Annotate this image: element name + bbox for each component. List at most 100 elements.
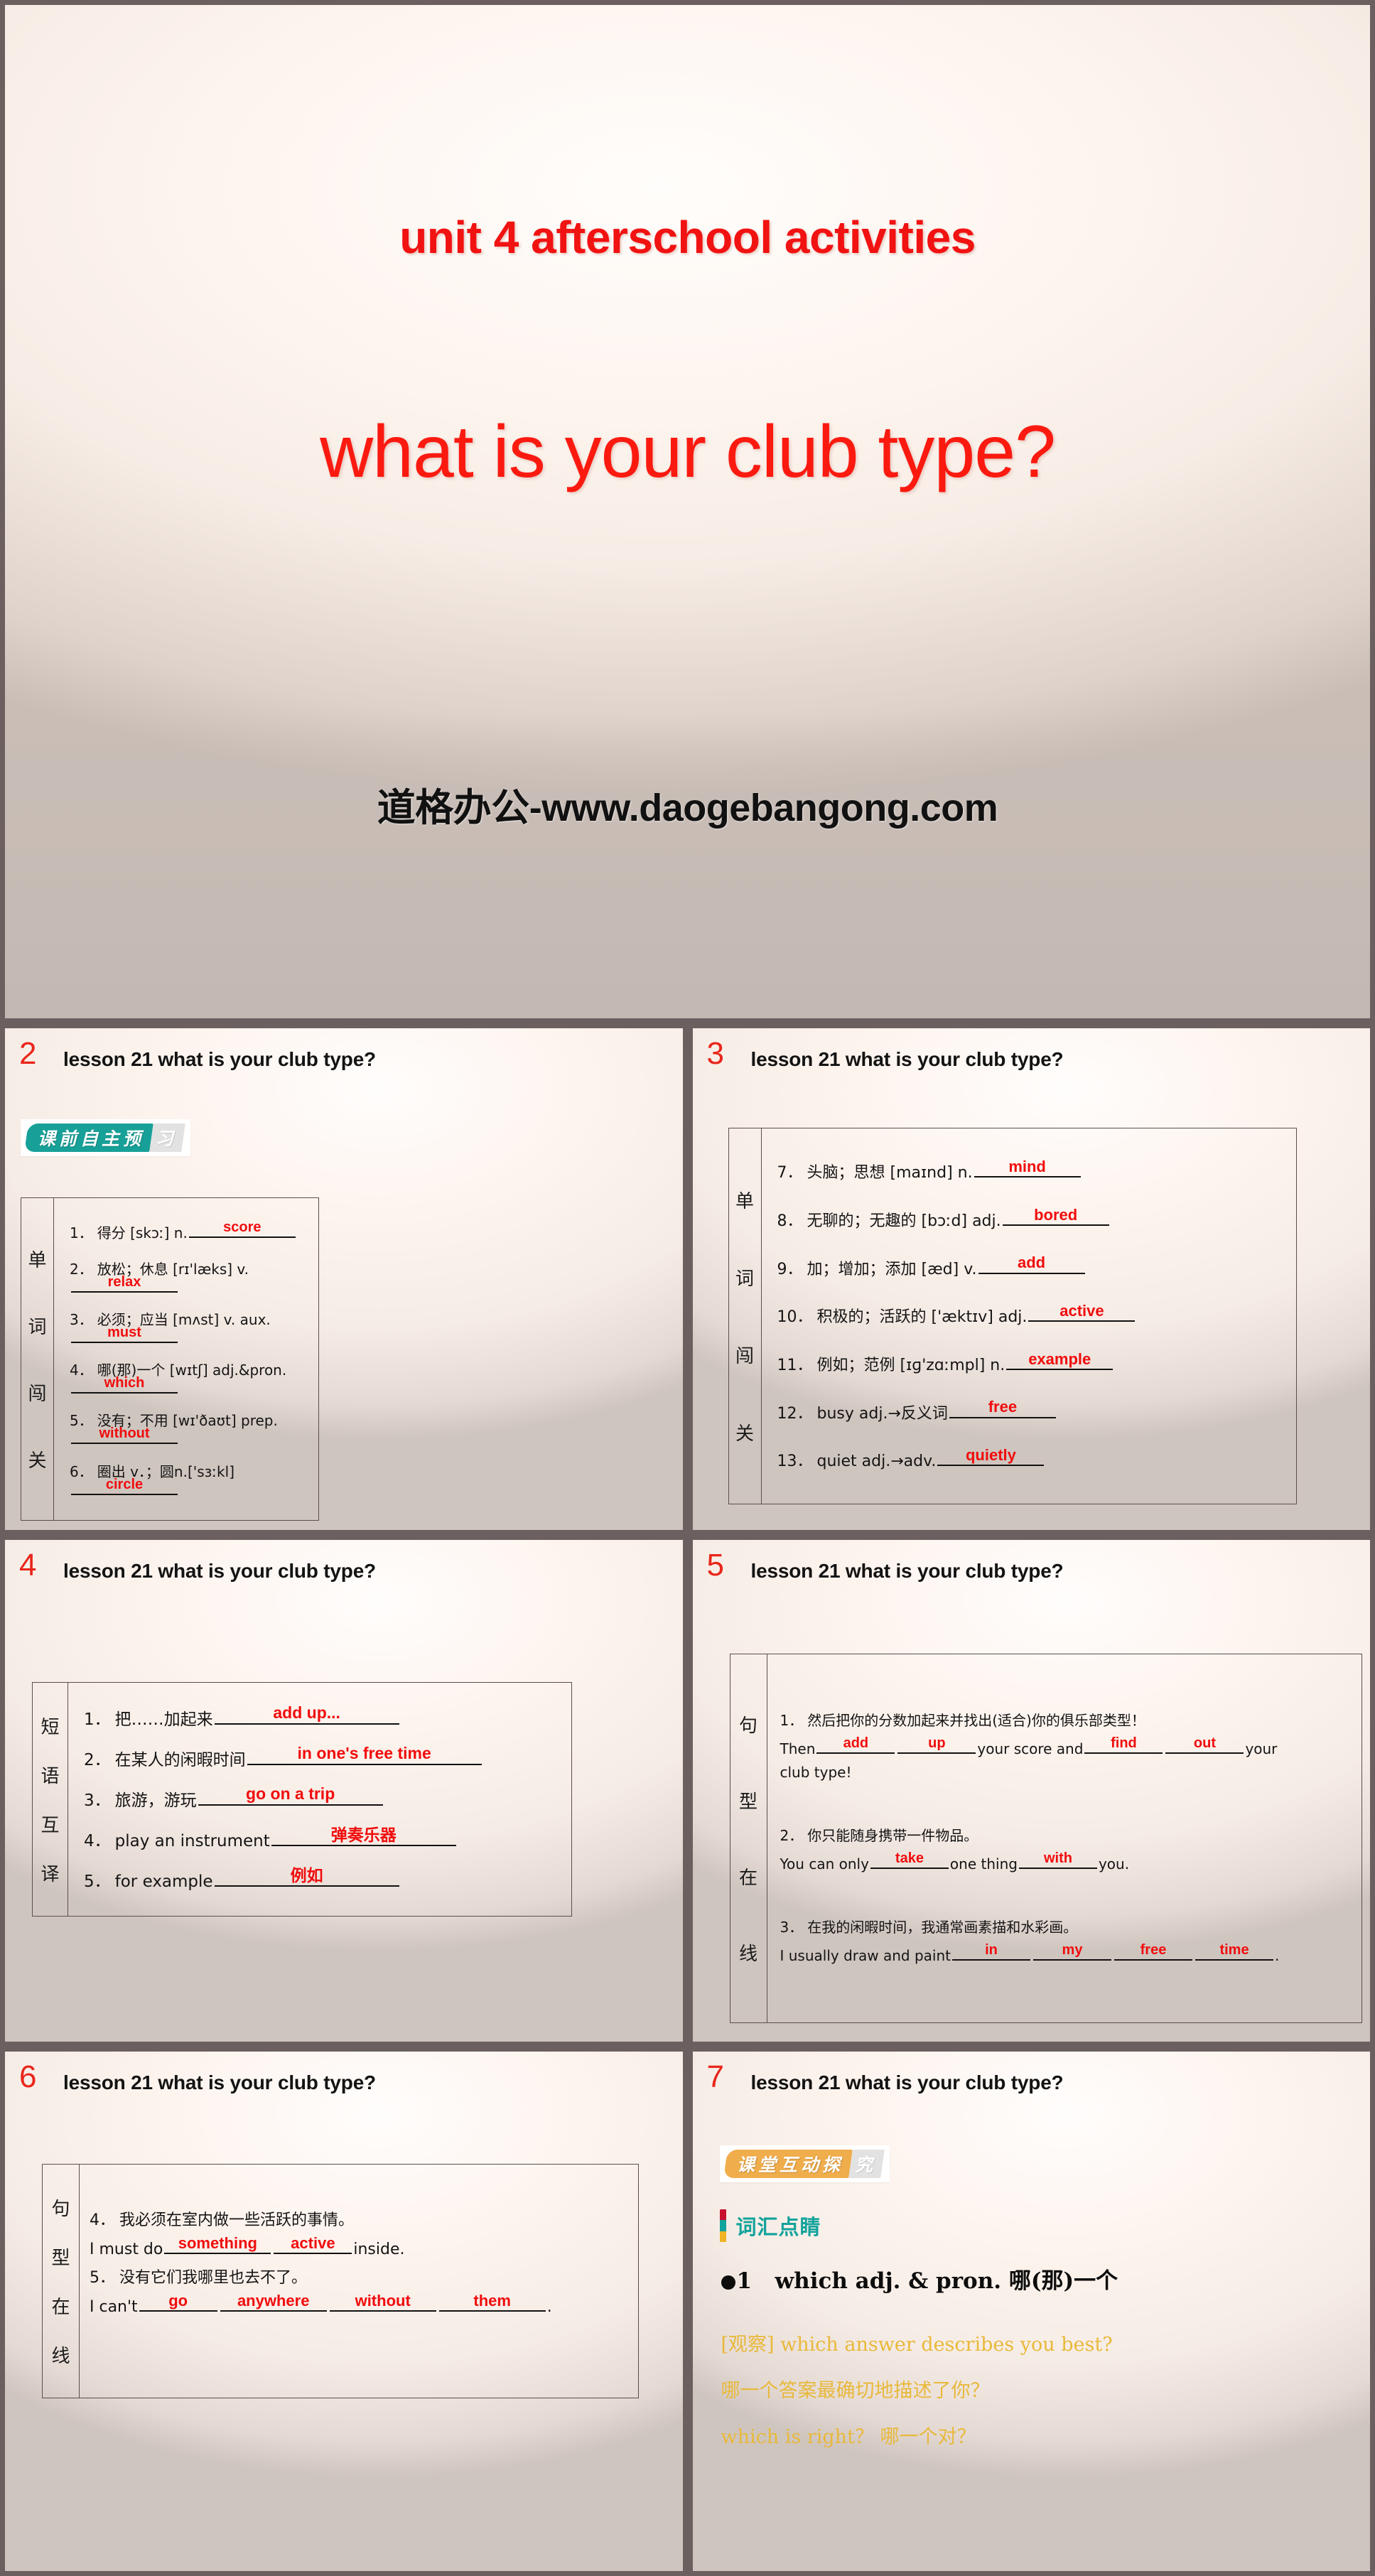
row-prompt: 积极的；活跃的 ['æktɪv] adj. <box>816 1308 1028 1327</box>
answer-text: 例如 <box>290 1865 323 1885</box>
answer-text: free <box>988 1398 1018 1416</box>
answer-text: bored <box>1034 1205 1078 1224</box>
answer-blank[interactable]: time <box>1195 1942 1273 1961</box>
sentence-tail: club type! <box>780 1764 852 1781</box>
answer-blank[interactable]: circle <box>71 1476 178 1495</box>
sentence-part: I must do <box>90 2241 163 2259</box>
slide-1-title: unit 4 afterschool activities what is yo… <box>0 0 1375 1023</box>
answer-text: go on a trip <box>246 1784 335 1804</box>
row-index: 1． <box>70 1224 93 1242</box>
sentence-part: your score and <box>977 1740 1084 1757</box>
answer-blank[interactable]: something <box>164 2234 271 2255</box>
answer-blank[interactable]: in one's free time <box>247 1744 482 1765</box>
table-row: 8． 无聊的；无趣的 [bɔːd] adj. bored <box>777 1205 1286 1231</box>
slide-header: lesson 21 what is your club type? <box>750 1048 1064 1070</box>
answer-text: quietly <box>965 1446 1016 1465</box>
answer-blank[interactable]: must <box>71 1325 178 1343</box>
slide-2[interactable]: 2 lesson 21 what is your club type? 课前自主… <box>0 1023 688 1535</box>
sentence-part: I usually draw and paint <box>780 1947 951 1964</box>
table-row: 1． 得分 [skɔː] n. score <box>70 1219 308 1242</box>
table-row: 2． 放松；休息 [rɪ'læks] v. relax <box>70 1261 308 1293</box>
answer-blank[interactable]: add up... <box>214 1703 399 1725</box>
table-row: 4． play an instrument 弹奏乐器 <box>84 1826 561 1851</box>
row-prompt: 头脑；思想 [maɪnd] n. <box>807 1164 973 1182</box>
observe-line: [观察] which answer describes you best? <box>721 2334 1113 2356</box>
answer-blank[interactable]: add <box>816 1735 895 1754</box>
row-index: 2． <box>84 1750 111 1769</box>
answer-blank[interactable]: 弹奏乐器 <box>271 1826 456 1846</box>
row-index: 9． <box>777 1260 803 1278</box>
table-row: 11． 例如；范例 [ɪɡ'zɑːmpl] n. example <box>777 1350 1286 1374</box>
badge-tail-text: 究 <box>854 2155 873 2175</box>
row-prompt: 在我的闲暇时间，我通常画素描和水彩画。 <box>807 1919 1078 1936</box>
answer-blank[interactable]: find <box>1084 1735 1163 1754</box>
vocab-table: 单词闯关 1． 得分 [skɔː] n. score 2． 放松；休息 [rɪ'… <box>21 1197 319 1521</box>
unit-title: unit 4 afterschool activities <box>399 212 976 263</box>
table-body: 7． 头脑；思想 [maɪnd] n. mind 8． 无聊的；无趣的 [bɔː… <box>762 1128 1296 1504</box>
answer-blank[interactable]: add <box>978 1254 1085 1274</box>
sentence-part: . <box>1275 1947 1280 1964</box>
answer-blank[interactable]: example <box>1006 1350 1114 1371</box>
row-prompt: busy adj.→反义词 <box>816 1404 948 1423</box>
row-index: 10． <box>777 1308 813 1327</box>
row-index: 8． <box>777 1212 803 1231</box>
answer-blank[interactable]: bored <box>1002 1205 1109 1227</box>
answer-blank[interactable]: them <box>438 2292 546 2312</box>
answer-text: time <box>1219 1942 1249 1958</box>
table-row: 13． quiet adj.→adv. quietly <box>777 1446 1286 1470</box>
vocab-table: 单词闯关 7． 头脑；思想 [maɪnd] n. mind 8． 无聊的；无趣的… <box>728 1128 1297 1504</box>
slide-6[interactable]: 6 lesson 21 what is your club type? 句型在线… <box>0 2047 688 2576</box>
answer-blank[interactable]: 例如 <box>214 1866 399 1887</box>
answer-text: out <box>1193 1735 1216 1751</box>
answer-text: circle <box>105 1476 144 1492</box>
answer-blank[interactable]: up <box>897 1735 976 1754</box>
watermark: 道格办公-www.daogebangong.com <box>377 787 998 829</box>
sentence-part: I can't <box>90 2298 138 2317</box>
answer-blank[interactable]: free <box>1114 1942 1192 1961</box>
answer-blank[interactable]: mind <box>974 1158 1081 1178</box>
answer-blank[interactable]: active <box>1028 1302 1136 1322</box>
table-row: 5． for example 例如 <box>84 1866 561 1892</box>
answer-blank[interactable]: anywhere <box>220 2292 327 2312</box>
sentence-part: you. <box>1098 1855 1130 1872</box>
slide-5[interactable]: 5 lesson 21 what is your club type? 句型在线… <box>687 1535 1375 2047</box>
answer-text: example <box>1028 1349 1091 1368</box>
answer-blank[interactable]: quietly <box>937 1446 1045 1467</box>
table-label: 句型在线 <box>730 1654 767 2022</box>
badge-tail-text: 习 <box>156 1128 174 1149</box>
answer-blank[interactable]: score <box>188 1219 296 1239</box>
slide-3[interactable]: 3 lesson 21 what is your club type? 单词闯关… <box>687 1023 1375 1535</box>
sentence-table: 句型在线 4． 我必须在室内做一些活跃的事情。 I must do someth… <box>42 2164 639 2398</box>
answer-blank[interactable]: relax <box>71 1274 178 1293</box>
answer-text: add up... <box>273 1703 340 1723</box>
answer-blank[interactable]: take <box>870 1850 949 1869</box>
slide-7[interactable]: 7 lesson 21 what is your club type? 课堂互动… <box>687 2047 1375 2576</box>
row-index: 5． <box>70 1412 93 1430</box>
answer-blank[interactable]: without <box>71 1426 178 1445</box>
answer-blank[interactable]: free <box>949 1398 1056 1418</box>
sentence-part: inside. <box>353 2241 405 2259</box>
answer-blank[interactable]: active <box>274 2234 352 2255</box>
answer-blank[interactable]: out <box>1165 1735 1244 1754</box>
row-index: 5． <box>84 1872 111 1892</box>
answer-blank[interactable]: which <box>71 1375 178 1394</box>
table-row: 3． 必须；应当 [mʌst] v. aux. must <box>70 1311 308 1343</box>
answer-text: add <box>843 1735 869 1751</box>
table-row: 6． 圈出 v．；圆n.['sɜːkl] circle <box>70 1462 308 1495</box>
row-index: 2． <box>780 1827 804 1844</box>
row-prompt: 得分 [skɔː] n. <box>97 1224 188 1242</box>
sentence-part: your <box>1245 1740 1278 1757</box>
answer-blank[interactable]: in <box>952 1942 1030 1961</box>
sentence-item: 4． 我必须在室内做一些活跃的事情。 I must do something a… <box>90 2211 630 2259</box>
answer-blank[interactable]: with <box>1018 1850 1097 1869</box>
answer-text: score <box>223 1219 261 1236</box>
answer-blank[interactable]: my <box>1033 1942 1111 1961</box>
answer-blank[interactable]: without <box>329 2292 436 2312</box>
slide-4[interactable]: 4 lesson 21 what is your club type? 短语互译… <box>0 1535 688 2047</box>
answer-blank[interactable]: go on a trip <box>198 1784 383 1806</box>
table-label: 单词闯关 <box>21 1198 54 1520</box>
row-index: 6． <box>70 1462 93 1480</box>
answer-blank[interactable]: go <box>139 2292 217 2312</box>
row-prompt: 然后把你的分数加起来并找出(适合)你的俱乐部类型！ <box>807 1712 1145 1729</box>
sentence-item: 1． 然后把你的分数加起来并找出(适合)你的俱乐部类型！ Then add up… <box>780 1713 1353 1781</box>
